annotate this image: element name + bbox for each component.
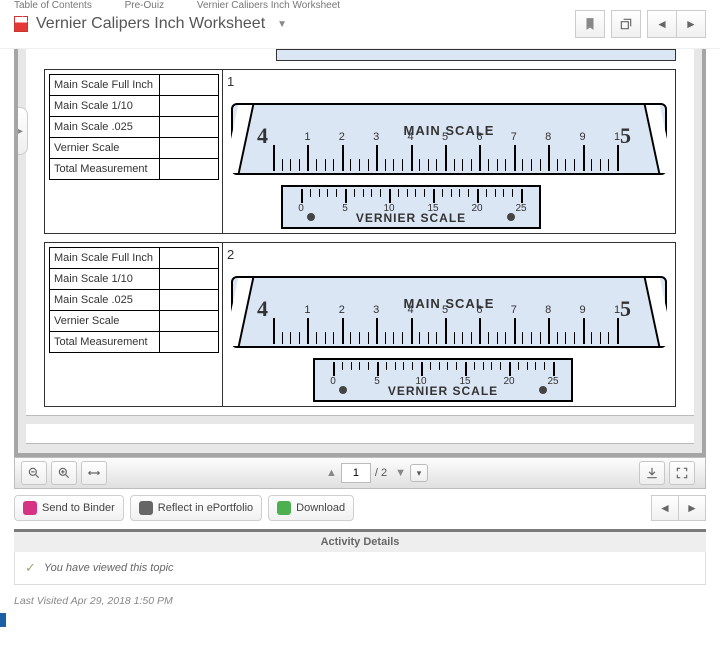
- page-down-button[interactable]: ▼: [391, 467, 410, 479]
- row-value: [160, 96, 219, 117]
- main-scale-label: MAIN SCALE: [233, 123, 665, 138]
- bookmark-button[interactable]: [575, 10, 605, 38]
- pdf-viewer[interactable]: ▸ Main Scale Full Inch Main Scale 1/10 M…: [14, 49, 706, 457]
- checkmark-icon: ✓: [25, 560, 36, 576]
- caliper-figure: 4 5 MAIN SCALE 1234567891 0510152025 VER…: [227, 89, 671, 229]
- download-icon: [277, 501, 291, 515]
- pdf-page-1: Main Scale Full Inch Main Scale 1/10 Mai…: [26, 49, 694, 416]
- exercise-row: Main Scale Full Inch Main Scale 1/10 Mai…: [44, 69, 676, 234]
- row-label: Main Scale Full Inch: [50, 75, 160, 96]
- row-value: [160, 332, 219, 353]
- caliper-figure: 4 5 MAIN SCALE 1234567891 0510152025 VER…: [227, 262, 671, 402]
- fullscreen-button[interactable]: [669, 461, 695, 485]
- activity-viewed-text: You have viewed this topic: [44, 562, 174, 574]
- title-bar: Vernier Calipers Inch Worksheet ▼ ◄ ►: [0, 8, 720, 49]
- row-value: [160, 290, 219, 311]
- row-value: [160, 269, 219, 290]
- row-value: [160, 248, 219, 269]
- row-label: Total Measurement: [50, 332, 160, 353]
- fit-width-button[interactable]: [81, 461, 107, 485]
- exercise-number: 2: [227, 247, 671, 262]
- title-menu-caret[interactable]: ▼: [277, 19, 287, 30]
- page-menu-button[interactable]: ▾: [410, 464, 428, 482]
- prev-bottom-button[interactable]: ◄: [651, 495, 679, 521]
- main-scale-label: MAIN SCALE: [233, 296, 665, 311]
- measurement-table: Main Scale Full Inch Main Scale 1/10 Mai…: [49, 247, 219, 353]
- prev-top-button[interactable]: ◄: [647, 10, 677, 38]
- send-to-binder-button[interactable]: Send to Binder: [14, 495, 124, 521]
- row-label: Main Scale 1/10: [50, 96, 160, 117]
- activity-details-body: ✓ You have viewed this topic: [14, 552, 706, 585]
- row-label: Main Scale Full Inch: [50, 248, 160, 269]
- row-label: Total Measurement: [50, 159, 160, 180]
- zoom-in-button[interactable]: [51, 461, 77, 485]
- bottom-accent: [0, 613, 6, 627]
- row-label: Vernier Scale: [50, 138, 160, 159]
- download-button[interactable]: [639, 461, 665, 485]
- row-label: Vernier Scale: [50, 311, 160, 332]
- page-title: Vernier Calipers Inch Worksheet: [36, 15, 265, 33]
- cloud-icon: [139, 501, 153, 515]
- page-total: / 2: [375, 467, 387, 479]
- breadcrumb-doc[interactable]: Vernier Calipers Inch Worksheet: [197, 0, 340, 8]
- vernier-scale-label: VERNIER SCALE: [283, 211, 539, 225]
- row-label: Main Scale .025: [50, 290, 160, 311]
- last-visited: Last Visited Apr 29, 2018 1:50 PM: [14, 595, 706, 607]
- row-value: [160, 117, 219, 138]
- zoom-out-button[interactable]: [21, 461, 47, 485]
- pdf-icon: [14, 16, 28, 32]
- measurement-table: Main Scale Full Inch Main Scale 1/10 Mai…: [49, 74, 219, 180]
- page-up-button[interactable]: ▲: [322, 467, 341, 479]
- breadcrumb: Table of Contents Pre-Quiz Vernier Calip…: [0, 0, 720, 8]
- row-value: [160, 138, 219, 159]
- scale-stub-top: [276, 49, 676, 61]
- next-top-button[interactable]: ►: [676, 10, 706, 38]
- exercise-row: Main Scale Full Inch Main Scale 1/10 Mai…: [44, 242, 676, 407]
- row-value: [160, 311, 219, 332]
- bottom-bar: [0, 613, 720, 627]
- exercise-number: 1: [227, 74, 671, 89]
- breadcrumb-unit[interactable]: Pre-Quiz: [125, 0, 164, 8]
- binder-icon: [23, 501, 37, 515]
- row-value: [160, 75, 219, 96]
- vernier-scale-label: VERNIER SCALE: [315, 384, 571, 398]
- row-value: [160, 159, 219, 180]
- activity-details-header: Activity Details: [14, 529, 706, 552]
- row-label: Main Scale .025: [50, 117, 160, 138]
- breadcrumb-toc[interactable]: Table of Contents: [14, 0, 92, 8]
- next-bottom-button[interactable]: ►: [678, 495, 706, 521]
- download-action-button[interactable]: Download: [268, 495, 354, 521]
- reflect-eportfolio-button[interactable]: Reflect in ePortfolio: [130, 495, 262, 521]
- popout-button[interactable]: [611, 10, 641, 38]
- page-number-input[interactable]: [341, 463, 371, 483]
- pdf-page-2: [26, 424, 694, 444]
- viewer-toolbar: ▲ / 2 ▼ ▾: [14, 457, 706, 489]
- row-label: Main Scale 1/10: [50, 269, 160, 290]
- actions-row: Send to Binder Reflect in ePortfolio Dow…: [0, 489, 720, 527]
- expand-sidebar-tab[interactable]: ▸: [14, 107, 28, 155]
